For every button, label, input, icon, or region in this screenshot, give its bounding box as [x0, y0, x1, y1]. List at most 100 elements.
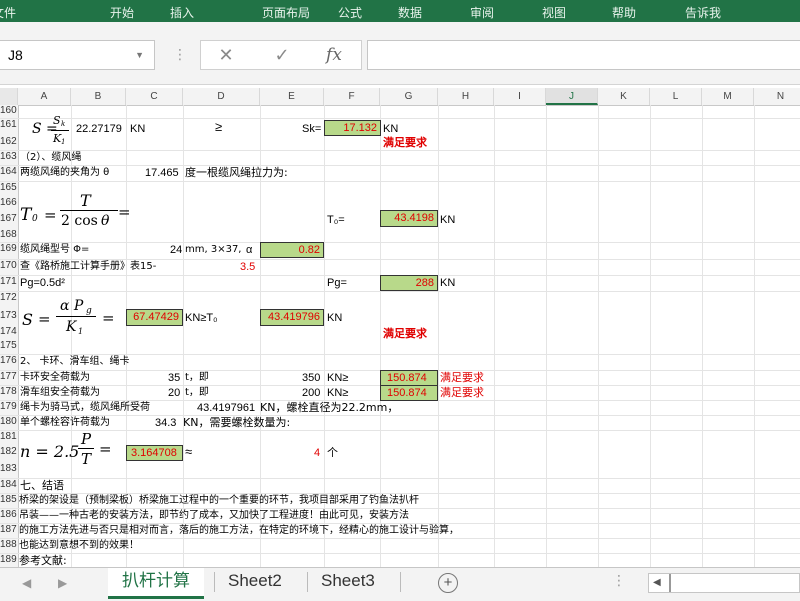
row-number[interactable]: 180 — [0, 416, 18, 430]
cell-c178[interactable]: 20 — [168, 386, 180, 400]
column-header[interactable]: K — [598, 88, 650, 105]
row-number[interactable]: 187 — [0, 524, 18, 538]
row-number[interactable]: 165 — [0, 182, 18, 196]
cell-a177[interactable]: 卡环安全荷载为 — [20, 371, 90, 385]
cell-c161[interactable]: KN — [130, 122, 145, 136]
row-number[interactable]: 188 — [0, 539, 18, 553]
row-number[interactable]: 182 — [0, 446, 18, 460]
ribbon-tab-data[interactable]: 数据 — [398, 4, 422, 21]
cell-g174[interactable]: 满足要求 — [383, 327, 427, 341]
cancel-icon[interactable]: ✕ — [206, 40, 246, 70]
column-header[interactable]: M — [702, 88, 754, 105]
row-number[interactable]: 189 — [0, 554, 18, 567]
row-number[interactable]: 185 — [0, 494, 18, 508]
column-header[interactable]: G — [380, 88, 438, 105]
cell-g177[interactable]: 150.874 — [380, 370, 438, 386]
cell-d177[interactable]: t，即 — [185, 371, 209, 385]
ribbon-tab-layout[interactable]: 页面布局 — [262, 4, 310, 21]
cell-d170[interactable]: 3.5 — [240, 260, 255, 274]
cell-d169-alpha[interactable]: α — [246, 243, 252, 257]
column-header[interactable]: D — [183, 88, 260, 105]
horizontal-scrollbar[interactable]: ◀ — [648, 573, 800, 593]
cell-a176[interactable]: 2、 卡环、滑车组、绳卡 — [20, 355, 130, 369]
cell-f177[interactable]: KN≥ — [327, 371, 348, 385]
column-header[interactable]: N — [754, 88, 800, 105]
row-number[interactable]: 164 — [0, 166, 18, 180]
column-header[interactable]: H — [438, 88, 494, 105]
cell-c164[interactable]: 17.465 — [145, 166, 179, 180]
row-number[interactable]: 160 — [0, 105, 18, 119]
column-header[interactable]: C — [126, 88, 183, 105]
next-sheet-icon[interactable]: ▶ — [58, 576, 67, 590]
cell-e178[interactable]: 200 — [302, 386, 320, 400]
cell-d173[interactable]: KN≥T₀ — [185, 311, 218, 325]
cell-c173[interactable]: 67.47429 — [126, 309, 183, 326]
cell-g167[interactable]: 43.4198 — [380, 210, 438, 227]
cell-e177[interactable]: 350 — [302, 371, 320, 385]
ribbon-tab-view[interactable]: 视图 — [542, 4, 566, 21]
cell-g178[interactable]: 150.874 — [380, 385, 438, 401]
cell-b161[interactable]: 22.27179 — [76, 122, 122, 136]
cell-d178[interactable]: t，即 — [185, 386, 209, 400]
row-number[interactable]: 178 — [0, 386, 18, 400]
cell-a187[interactable]: 的施工方法先进与否只是相对而言，落后的施工方法，在特定的环境下，经精心的施工设计… — [19, 524, 459, 538]
cell-e169[interactable]: 0.82 — [260, 242, 324, 258]
cell-d179[interactable]: KN，螺栓直径为22.2mm， — [260, 401, 398, 415]
row-number[interactable]: 166 — [0, 197, 18, 211]
cell-g171[interactable]: 288 — [380, 275, 438, 291]
row-number[interactable]: 179 — [0, 401, 18, 415]
cell-c179[interactable]: 43.4197961 — [197, 401, 255, 415]
row-number[interactable]: 181 — [0, 431, 18, 445]
insert-function-icon[interactable]: fx — [314, 40, 354, 70]
column-header-selected[interactable]: J — [546, 88, 598, 105]
cell-h177[interactable]: 满足要求 — [440, 371, 484, 385]
cell-g162[interactable]: 满足要求 — [383, 136, 427, 150]
cell-c177[interactable]: 35 — [168, 371, 180, 385]
cell-a169[interactable]: 缆风绳型号 Φ= — [20, 243, 89, 257]
cell-h171[interactable]: KN — [440, 276, 455, 290]
confirm-icon[interactable]: ✓ — [262, 40, 302, 70]
row-number[interactable]: 177 — [0, 371, 18, 385]
cell-a163[interactable]: （2）、缆风绳 — [20, 151, 81, 165]
cell-e161[interactable]: Sk= — [302, 122, 321, 136]
scroll-left-icon[interactable]: ◀ — [653, 577, 661, 588]
cell-a180[interactable]: 单个螺栓容许荷载为 — [20, 416, 110, 430]
row-number[interactable]: 183 — [0, 463, 18, 477]
column-header[interactable]: E — [260, 88, 324, 105]
column-header[interactable]: F — [324, 88, 380, 105]
cell-a170[interactable]: 查《路桥施工计算手册》表15- — [20, 260, 156, 274]
row-number[interactable]: 172 — [0, 292, 18, 306]
cell-f171[interactable]: Pg= — [327, 276, 347, 290]
worksheet-grid[interactable]: 160 161 162 163 164 165 166 167 168 169 … — [0, 105, 800, 567]
ribbon-tab-file[interactable]: 文件 — [0, 4, 16, 21]
cell-a185[interactable]: 桥梁的架设是（预制梁板）桥梁施工过程中的一个重要的环节，我项目部采用了钓鱼法扒杆 — [19, 494, 419, 508]
sheet-tab[interactable]: Sheet3 — [307, 568, 389, 596]
ribbon-tab-formulas[interactable]: 公式 — [338, 4, 362, 21]
cell-f182[interactable]: 个 — [327, 446, 338, 460]
row-number[interactable]: 186 — [0, 509, 18, 523]
cell-d180[interactable]: KN，需要螺栓数量为: — [183, 416, 290, 430]
cell-d169[interactable]: mm, 3×37, — [185, 243, 241, 257]
row-number[interactable]: 162 — [0, 136, 18, 150]
column-header[interactable]: L — [650, 88, 702, 105]
cell-a188[interactable]: 也能达到意想不到的效果！ — [19, 539, 139, 553]
name-box[interactable]: J8 ▼ — [0, 40, 155, 70]
row-number[interactable]: 169 — [0, 243, 18, 257]
row-number[interactable]: 176 — [0, 355, 18, 369]
cell-a186[interactable]: 吊装——一种古老的安装方法，即节约了成本，又加快了工程进度！由此可见，安装方法 — [19, 509, 409, 523]
cell-c182[interactable]: 3.164708 — [126, 445, 183, 461]
cell-f173[interactable]: KN — [327, 311, 342, 325]
row-number[interactable]: 161 — [0, 119, 18, 133]
formula-input[interactable] — [367, 40, 800, 70]
more-options-icon[interactable]: ⋮ — [173, 46, 187, 63]
add-sheet-icon[interactable]: + — [438, 573, 458, 593]
cell-f167[interactable]: T₀= — [327, 213, 345, 227]
scroll-thumb[interactable] — [669, 574, 671, 592]
sheet-tab-active[interactable]: 扒杆计算 — [108, 568, 204, 599]
cell-d161[interactable]: ≥ — [215, 120, 222, 134]
cell-c180[interactable]: 34.3 — [155, 416, 176, 430]
ribbon-tab-help[interactable]: 帮助 — [612, 4, 636, 21]
cell-h167[interactable]: KN — [440, 213, 455, 227]
cell-d182[interactable]: ≈ — [185, 445, 192, 459]
chevron-down-icon[interactable]: ▼ — [135, 50, 144, 60]
